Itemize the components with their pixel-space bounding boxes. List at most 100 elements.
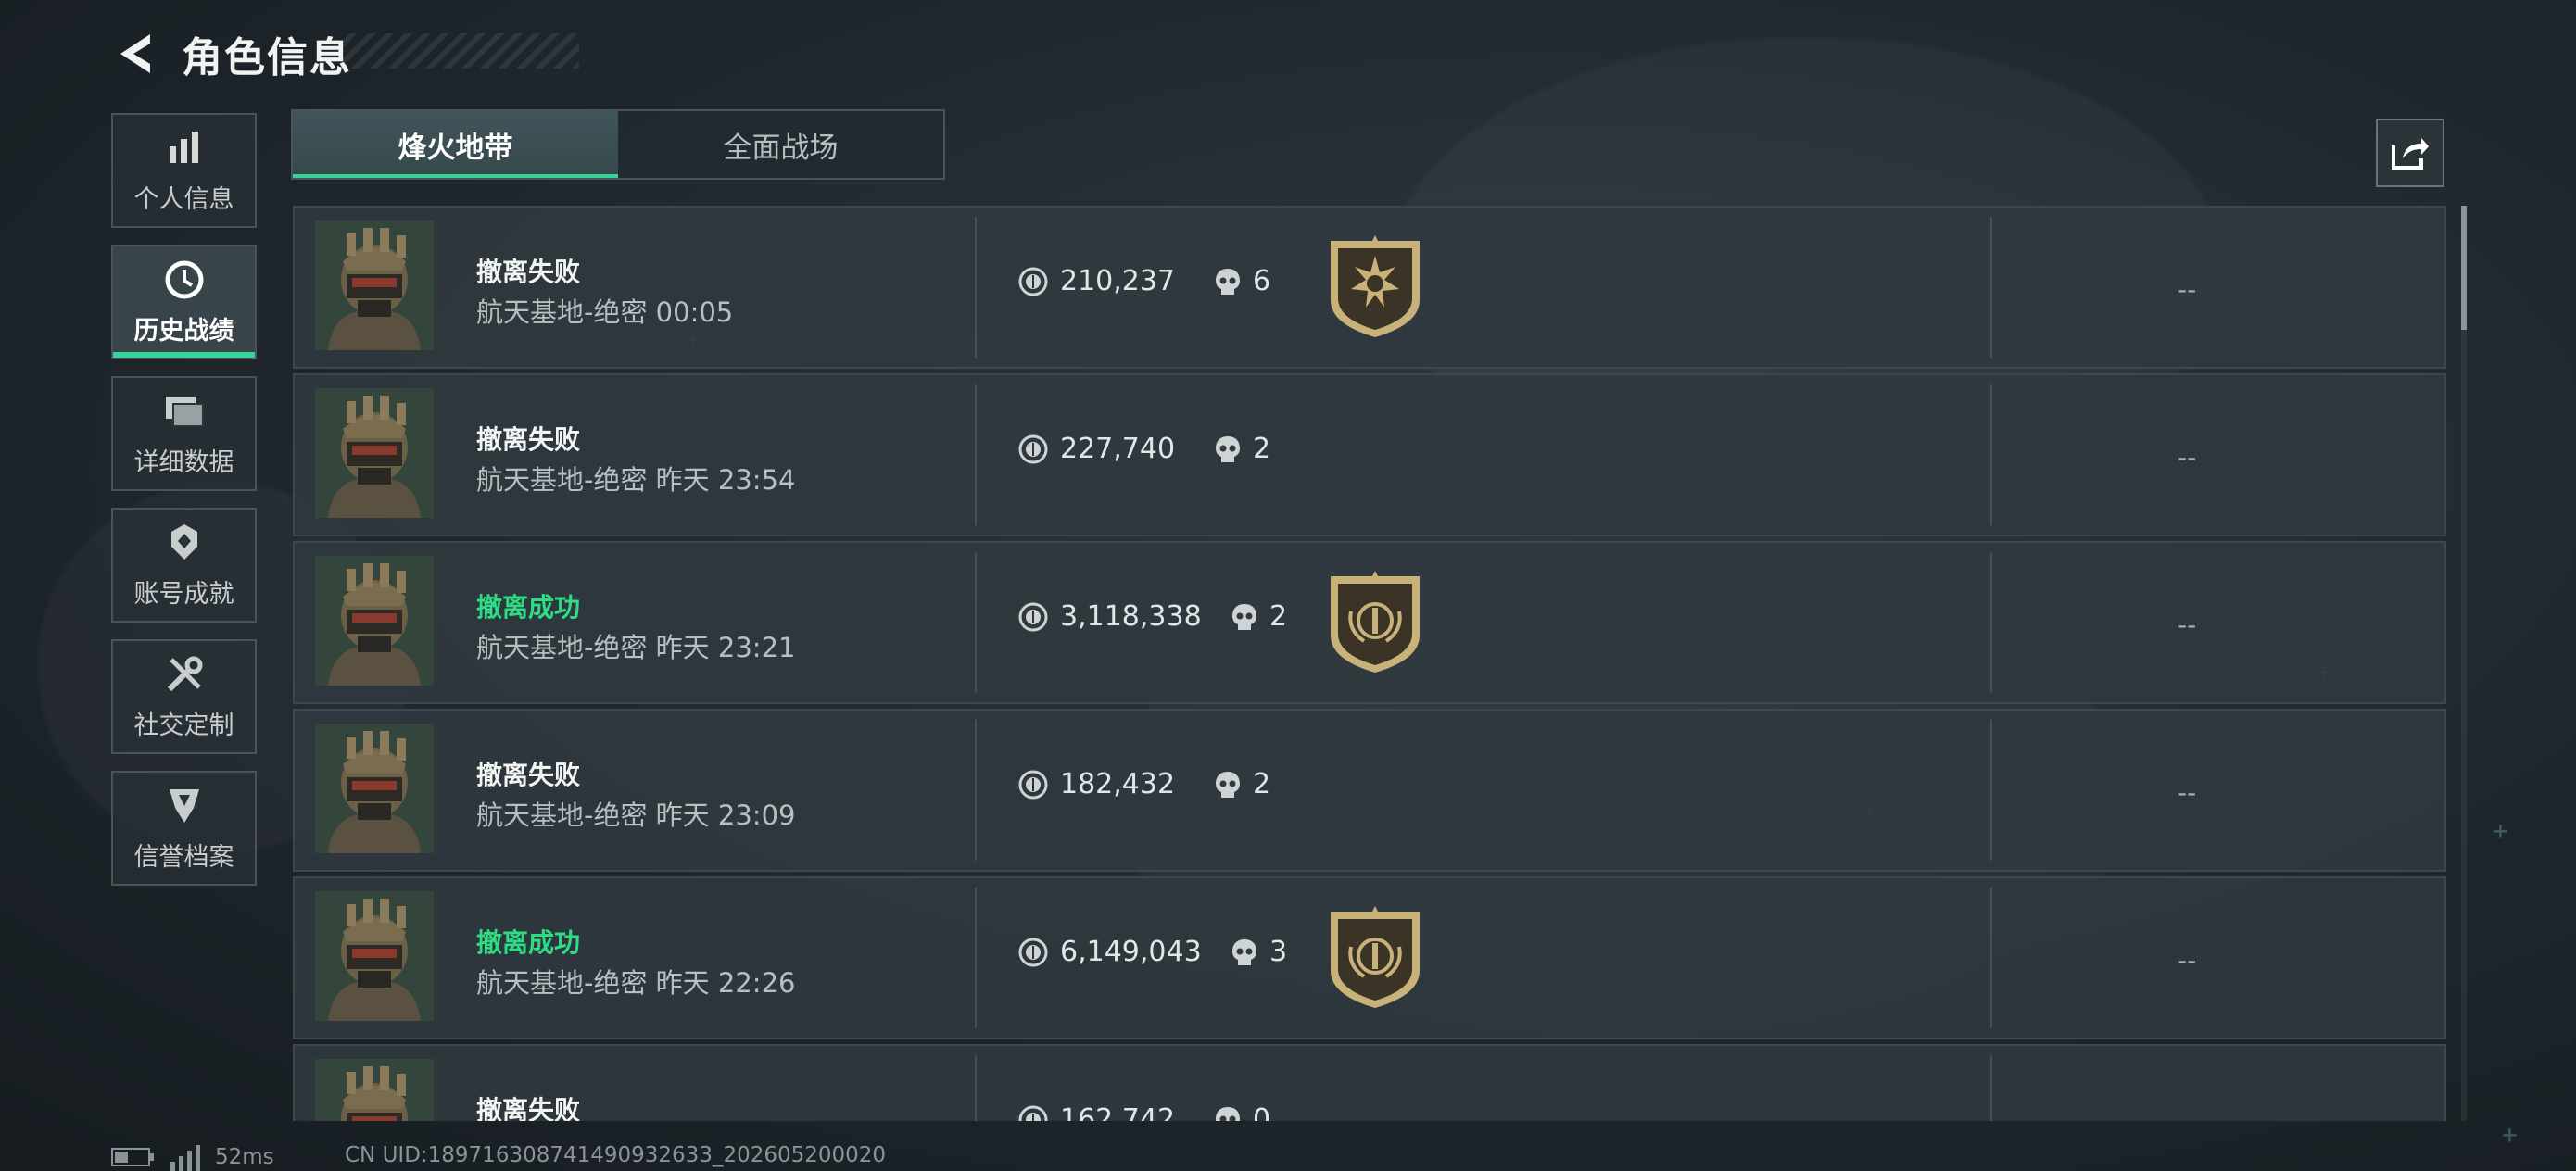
loot-value-text: 3,118,338 xyxy=(1060,600,1202,633)
tab-beacon-zone[interactable]: 烽火地带 xyxy=(293,111,618,178)
kill-count-text: 3 xyxy=(1269,936,1288,968)
loot-value-text: 182,432 xyxy=(1060,768,1176,800)
sidebar-item-label: 账号成就 xyxy=(133,579,234,609)
sidebar-item-achievements[interactable]: 账号成就 xyxy=(111,508,257,623)
column-divider xyxy=(975,384,977,525)
coin-icon xyxy=(1018,602,1048,631)
status-bar: 52ms xyxy=(111,1143,274,1171)
sidebar-item-label: 详细数据 xyxy=(133,447,234,477)
coin-icon xyxy=(1018,770,1048,799)
match-result: 撤离失败 xyxy=(476,1095,581,1121)
coin-icon xyxy=(1018,434,1048,463)
scrollbar[interactable] xyxy=(2461,206,2467,1121)
coin-icon xyxy=(1018,938,1048,966)
signal-icon xyxy=(170,1145,200,1171)
extra-stat: -- xyxy=(2178,274,2197,305)
ping-text: 52ms xyxy=(215,1145,274,1169)
column-divider xyxy=(1990,552,1992,693)
skull-icon xyxy=(1216,771,1240,798)
kill-count-text: 6 xyxy=(1253,265,1271,297)
column-divider xyxy=(1990,720,1992,861)
tab-label: 烽火地带 xyxy=(398,131,513,165)
wrench-screwdriver-icon xyxy=(163,653,206,696)
bar-chart-icon xyxy=(163,127,206,170)
skull-icon xyxy=(1232,938,1256,965)
column-divider xyxy=(1990,384,1992,525)
kill-count: 3 xyxy=(1231,936,1287,968)
extra-stat: -- xyxy=(2178,945,2197,976)
page-header: 角色信息 xyxy=(109,24,352,83)
skull-icon xyxy=(1216,435,1240,462)
match-details: 航天基地-绝密 昨天 23:21 xyxy=(476,632,796,663)
skull-sun-badge-icon xyxy=(1327,235,1423,339)
column-divider xyxy=(1990,217,1992,358)
loot-value: 6,149,043 xyxy=(1017,936,1202,968)
share-button[interactable] xyxy=(2376,119,2444,187)
match-row[interactable]: 撤离成功航天基地-绝密 昨天 22:26 6,149,043 3 -- xyxy=(293,876,2446,1039)
sidebar-item-personal-info[interactable]: 个人信息 xyxy=(111,113,257,228)
active-indicator xyxy=(113,352,255,358)
sidebar: 个人信息 历史战绩 详细数据 账号成就 社交定制 信誉档案 xyxy=(111,113,260,902)
loot-value: 227,740 xyxy=(1017,433,1175,465)
tab-full-battlefield[interactable]: 全面战场 xyxy=(618,111,943,178)
match-row[interactable]: 撤离成功航天基地-绝密 昨天 23:21 3,118,338 2 -- xyxy=(293,541,2446,704)
loot-value: 182,432 xyxy=(1017,768,1175,800)
loot-value-text: 210,237 xyxy=(1060,265,1176,297)
sidebar-item-label: 历史战绩 xyxy=(133,316,234,346)
column-divider xyxy=(975,217,977,358)
operator-avatar xyxy=(315,724,434,853)
coin-icon xyxy=(1018,267,1048,296)
match-row[interactable]: 撤离失败 航天基地-绝密 昨天 23:54 227,740 2 -- xyxy=(293,373,2446,536)
kill-count: 6 xyxy=(1214,265,1270,297)
skull-icon xyxy=(1216,1106,1240,1121)
column-divider xyxy=(1990,888,1992,1028)
operator-avatar xyxy=(315,388,434,518)
battery-icon xyxy=(111,1148,154,1166)
column-divider xyxy=(975,888,977,1028)
column-divider xyxy=(975,1055,977,1121)
loot-value-text: 227,740 xyxy=(1060,433,1176,465)
scroll-thumb[interactable] xyxy=(2461,206,2467,330)
sidebar-item-label: 社交定制 xyxy=(133,711,234,740)
uid-text: CN UID:189716308741490932633_20260520002… xyxy=(345,1143,887,1167)
loot-value: 162,742 xyxy=(1017,1103,1175,1121)
match-row[interactable]: 撤离失败 航天基地-绝密 昨天 23:09 182,432 2 -- xyxy=(293,709,2446,872)
laurel-coin-badge-icon xyxy=(1327,571,1423,674)
loot-value: 3,118,338 xyxy=(1017,600,1202,633)
match-details: 航天基地-绝密 昨天 22:26 xyxy=(476,967,796,999)
skull-icon xyxy=(1216,268,1240,295)
sidebar-item-label: 信誉档案 xyxy=(133,842,234,872)
match-details: 航天基地-绝密 昨天 23:54 xyxy=(476,464,796,496)
kill-count-text: 2 xyxy=(1253,768,1271,800)
match-details: 航天基地-绝密 00:05 xyxy=(476,296,734,328)
back-button[interactable] xyxy=(109,29,159,79)
kill-count: 2 xyxy=(1231,600,1287,633)
sidebar-item-credit[interactable]: 信誉档案 xyxy=(111,771,257,886)
loot-value-text: 162,742 xyxy=(1060,1103,1176,1121)
extra-stat: -- xyxy=(2178,610,2197,640)
kill-count-text: 2 xyxy=(1253,433,1271,465)
sidebar-item-history[interactable]: 历史战绩 xyxy=(111,245,257,359)
share-icon xyxy=(2392,138,2429,170)
match-result: 撤离成功 xyxy=(476,592,581,623)
match-history-list[interactable]: 撤离失败 航天基地-绝密 00:05 210,237 6 -- 撤离失败 航天基地-绝密… xyxy=(293,206,2446,1121)
loot-value: 210,237 xyxy=(1017,265,1175,297)
sidebar-item-social[interactable]: 社交定制 xyxy=(111,639,257,754)
page-title: 角色信息 xyxy=(182,34,352,82)
back-arrow-icon xyxy=(120,34,150,73)
operator-avatar xyxy=(315,1059,434,1121)
match-row[interactable]: 撤离失败 162,742 0 xyxy=(293,1044,2446,1121)
achievement-icon xyxy=(163,522,206,564)
skull-icon xyxy=(1232,603,1256,630)
match-details: 航天基地-绝密 昨天 23:09 xyxy=(476,800,796,831)
laurel-coin-badge-icon xyxy=(1327,906,1423,1010)
history-clock-icon xyxy=(163,258,206,301)
kill-count: 2 xyxy=(1214,768,1270,800)
title-stripe-decoration xyxy=(343,33,579,69)
operator-avatar xyxy=(315,556,434,686)
match-result: 撤离成功 xyxy=(476,927,581,958)
active-tab-underline xyxy=(293,174,618,178)
match-row[interactable]: 撤离失败 航天基地-绝密 00:05 210,237 6 -- xyxy=(293,206,2446,369)
sidebar-item-detailed-data[interactable]: 详细数据 xyxy=(111,376,257,491)
match-result: 撤离失败 xyxy=(476,424,581,455)
